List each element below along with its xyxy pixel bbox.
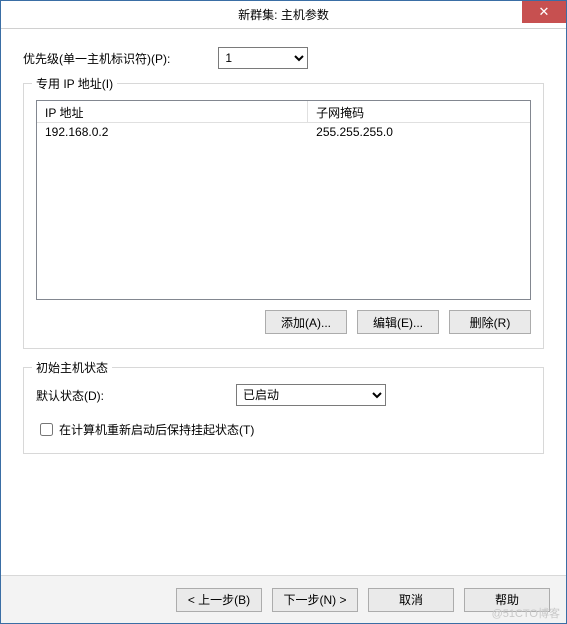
close-icon: ✕ (539, 4, 550, 20)
cell-mask: 255.255.255.0 (308, 123, 530, 143)
ip-legend: 专用 IP 地址(I) (32, 75, 117, 92)
state-fieldset: 初始主机状态 默认状态(D): 已启动 在计算机重新启动后保持挂起状态(T) (23, 367, 544, 454)
close-button[interactable]: ✕ (522, 1, 566, 23)
retain-checkbox-row: 在计算机重新启动后保持挂起状态(T) (36, 420, 531, 439)
dialog-window: 新群集: 主机参数 ✕ 优先级(单一主机标识符)(P): 1 专用 IP 地址(… (0, 0, 567, 624)
window-title: 新群集: 主机参数 (238, 6, 329, 23)
column-header-ip[interactable]: IP 地址 (37, 101, 308, 122)
back-button[interactable]: < 上一步(B) (176, 588, 262, 612)
ip-list-row[interactable]: 192.168.0.2 255.255.255.0 (37, 123, 530, 143)
default-state-select[interactable]: 已启动 (236, 384, 386, 406)
add-button[interactable]: 添加(A)... (265, 310, 347, 334)
dialog-footer: < 上一步(B) 下一步(N) > 取消 帮助 (1, 575, 566, 623)
remove-button[interactable]: 删除(R) (449, 310, 531, 334)
priority-row: 优先级(单一主机标识符)(P): 1 (23, 47, 544, 69)
dialog-content: 优先级(单一主机标识符)(P): 1 专用 IP 地址(I) IP 地址 子网掩… (1, 29, 566, 482)
retain-suspend-label: 在计算机重新启动后保持挂起状态(T) (59, 421, 254, 438)
cell-ip: 192.168.0.2 (37, 123, 308, 143)
title-bar: 新群集: 主机参数 ✕ (1, 1, 566, 29)
ip-fieldset: 专用 IP 地址(I) IP 地址 子网掩码 192.168.0.2 255.2… (23, 83, 544, 349)
cancel-button[interactable]: 取消 (368, 588, 454, 612)
retain-suspend-checkbox[interactable] (40, 423, 53, 436)
edit-button[interactable]: 编辑(E)... (357, 310, 439, 334)
ip-button-row: 添加(A)... 编辑(E)... 删除(R) (36, 310, 531, 334)
default-state-label: 默认状态(D): (36, 387, 226, 404)
help-button[interactable]: 帮助 (464, 588, 550, 612)
state-legend: 初始主机状态 (32, 359, 112, 376)
ip-list-header: IP 地址 子网掩码 (37, 101, 530, 123)
default-state-row: 默认状态(D): 已启动 (36, 384, 531, 406)
priority-label: 优先级(单一主机标识符)(P): (23, 50, 170, 67)
column-header-mask[interactable]: 子网掩码 (308, 101, 530, 122)
priority-select[interactable]: 1 (218, 47, 308, 69)
ip-listbox[interactable]: IP 地址 子网掩码 192.168.0.2 255.255.255.0 (36, 100, 531, 300)
next-button[interactable]: 下一步(N) > (272, 588, 358, 612)
